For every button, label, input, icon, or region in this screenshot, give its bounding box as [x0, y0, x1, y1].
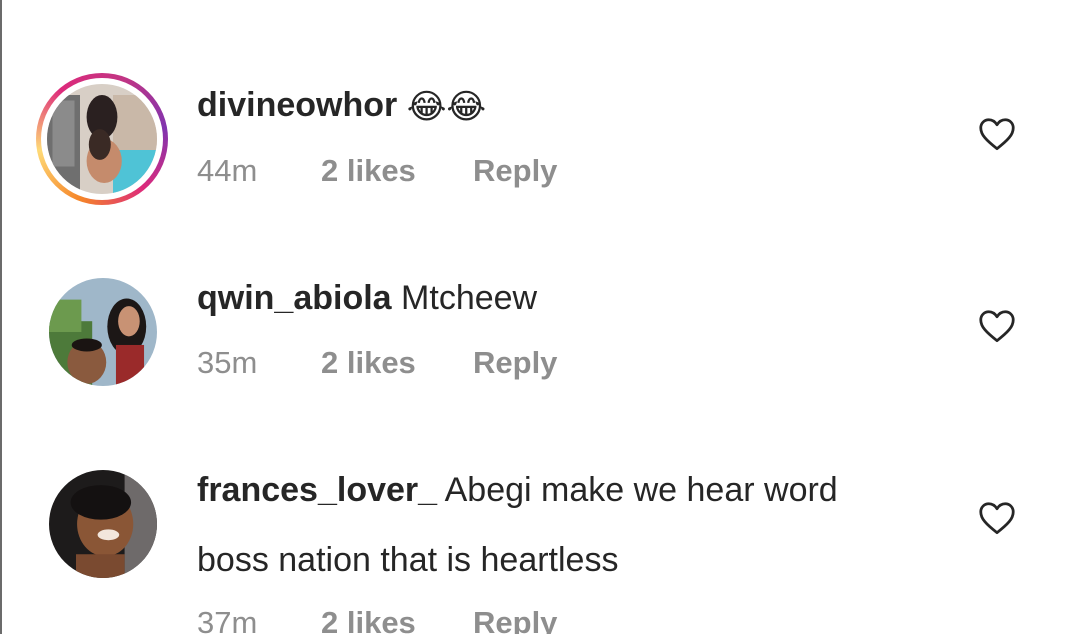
comment-likes[interactable]: 2 likes [321, 153, 473, 189]
heart-outline-icon[interactable] [978, 117, 1016, 151]
comment-meta: 37m 2 likes Reply [197, 605, 557, 634]
comment-text-continuation: boss nation that is heartless [197, 541, 619, 579]
comment-likes[interactable]: 2 likes [321, 605, 473, 634]
avatar[interactable] [36, 73, 168, 205]
comment-meta: 44m 2 likes Reply [197, 153, 557, 189]
heart-outline-icon[interactable] [978, 309, 1016, 343]
comments-screen: divineowhor 😂😂 44m 2 likes Reply qwin_abio… [0, 0, 1080, 634]
reply-button[interactable]: Reply [473, 153, 557, 189]
avatar-photo [47, 84, 157, 194]
comment-text: divineowhor 😂😂 [197, 85, 486, 127]
comment-time: 35m [197, 345, 258, 380]
comment-text: frances_lover_ Abegi make we hear word [197, 470, 838, 510]
heart-outline-icon[interactable] [978, 501, 1016, 535]
avatar[interactable] [49, 470, 157, 578]
comment-username[interactable]: frances_lover_ [197, 471, 437, 509]
reply-button[interactable]: Reply [473, 605, 557, 634]
avatar[interactable] [49, 278, 157, 386]
comment-username[interactable]: divineowhor [197, 86, 397, 124]
comment-body: 😂😂 [406, 88, 487, 126]
comment-body: Abegi make we hear word [444, 471, 838, 509]
avatar-photo [49, 278, 157, 386]
reply-button[interactable]: Reply [473, 345, 557, 381]
avatar-photo [49, 470, 157, 578]
comment-meta: 35m 2 likes Reply [197, 345, 557, 381]
comment-time: 44m [197, 153, 258, 188]
comment-body: Mtcheew [401, 279, 538, 317]
window-edge [0, 0, 2, 634]
comment-time: 37m [197, 605, 258, 634]
comment-likes[interactable]: 2 likes [321, 345, 473, 381]
comment-username[interactable]: qwin_abiola [197, 279, 392, 317]
comment-text: qwin_abiola Mtcheew [197, 278, 537, 318]
